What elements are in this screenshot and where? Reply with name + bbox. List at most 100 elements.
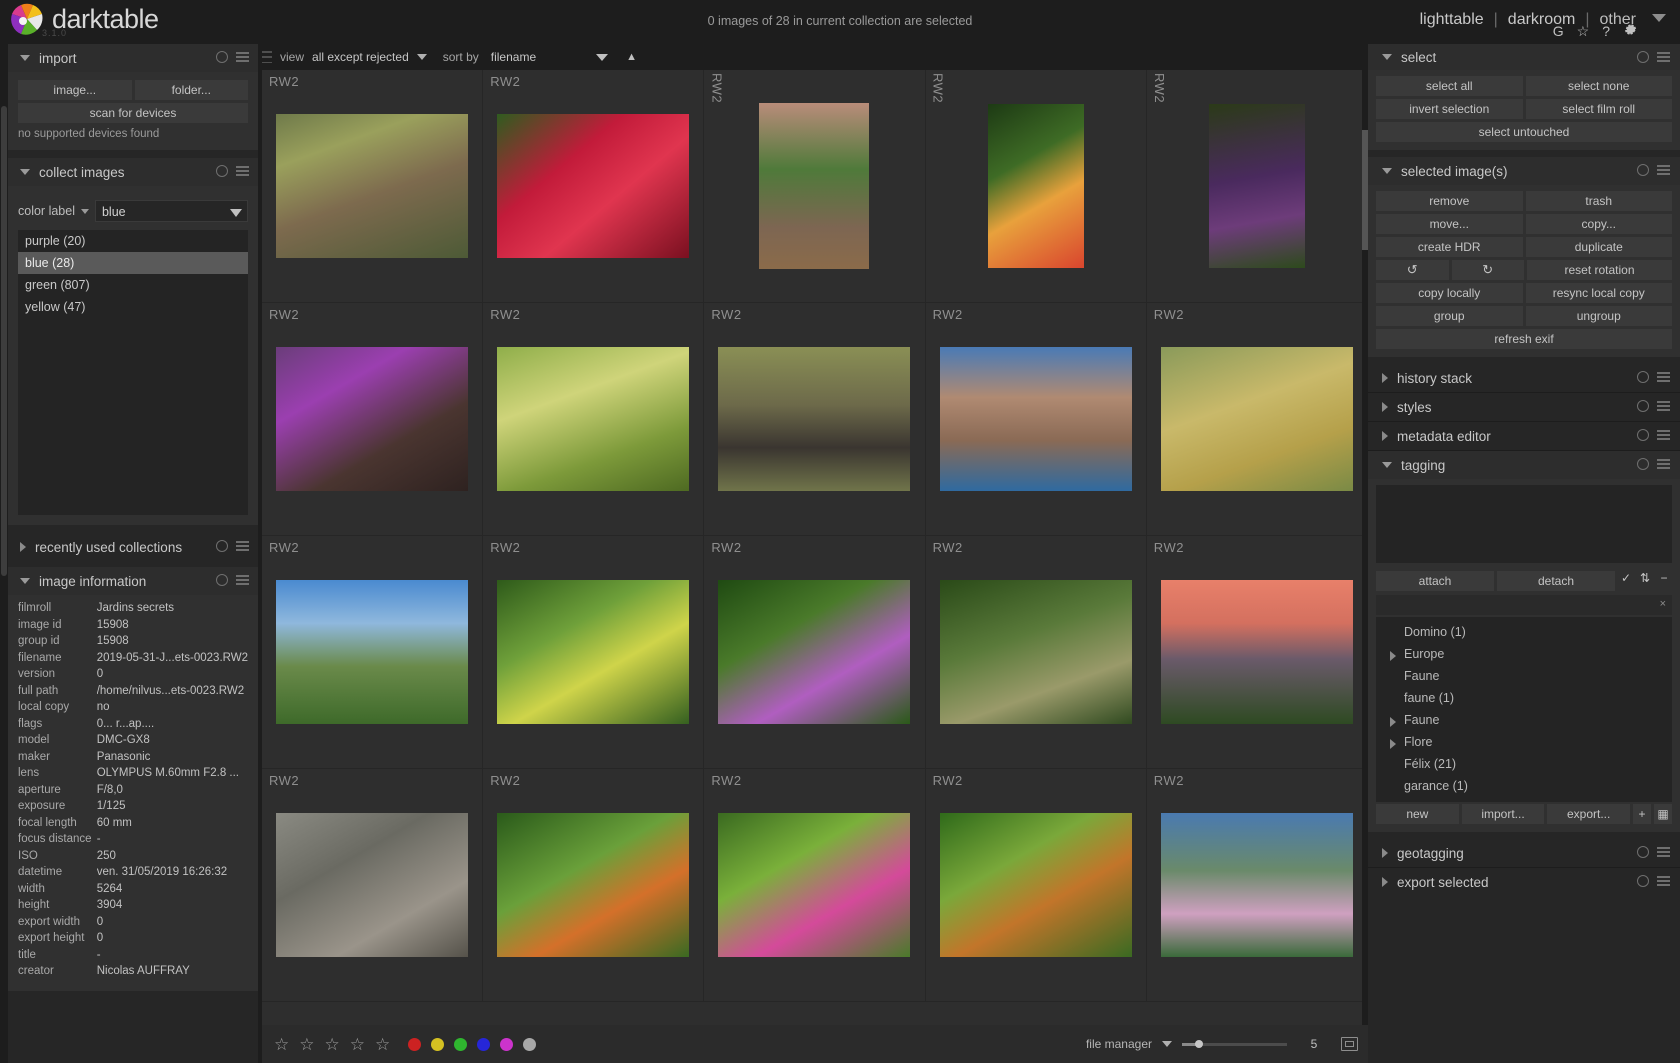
thumbnail-image[interactable] <box>497 347 689 491</box>
rotate-ccw-button[interactable]: ↺ <box>1376 260 1449 280</box>
reset-icon[interactable] <box>1637 164 1649 176</box>
move-button[interactable]: move... <box>1376 214 1523 234</box>
tag-list-item[interactable]: Félix (21) <box>1376 753 1672 775</box>
copy-locally-button[interactable]: copy locally <box>1376 283 1523 303</box>
thumbnail-cell[interactable]: RW2 <box>483 769 704 1002</box>
tag-view-icon[interactable]: ▦ <box>1654 804 1672 824</box>
left-panel-scroll-thumb[interactable] <box>1 106 7 576</box>
tag-list-item[interactable]: Europe <box>1376 643 1672 665</box>
star-icon[interactable]: ☆ <box>375 1036 390 1053</box>
thumbnail-cell[interactable]: RW2 <box>704 70 925 303</box>
reset-icon[interactable] <box>1637 875 1649 887</box>
reset-icon[interactable] <box>216 574 228 586</box>
thumbnail-image[interactable] <box>718 580 910 724</box>
refresh-exif-button[interactable]: refresh exif <box>1376 329 1672 349</box>
thumbnail-cell[interactable]: RW2 <box>1147 769 1368 1002</box>
resync-local-copy-button[interactable]: resync local copy <box>1526 283 1673 303</box>
module-header-image-information[interactable]: image information <box>8 567 258 595</box>
tag-list-item[interactable]: Flore <box>1376 731 1672 753</box>
thumbnail-cell[interactable]: RW2 <box>1147 70 1368 303</box>
thumbnail-image[interactable] <box>1209 104 1305 268</box>
presets-menu-icon[interactable] <box>1657 372 1670 382</box>
import-image-button[interactable]: image... <box>18 80 132 100</box>
thumbnail-image[interactable] <box>988 104 1084 268</box>
thumbnail-image[interactable] <box>940 813 1132 957</box>
tag-list-item[interactable]: Faune <box>1376 709 1672 731</box>
module-header-select[interactable]: select <box>1368 44 1680 70</box>
thumbnail-cell[interactable]: RW2 <box>704 769 925 1002</box>
reset-icon[interactable] <box>1637 371 1649 383</box>
gear-icon[interactable] <box>1623 22 1638 40</box>
new-tag-button[interactable]: new <box>1376 804 1459 824</box>
tag-list-item[interactable]: faune (1) <box>1376 687 1672 709</box>
clear-icon[interactable]: × <box>1660 598 1666 610</box>
view-filter-value[interactable]: all except rejected <box>312 50 409 64</box>
presets-menu-icon[interactable] <box>236 52 249 62</box>
color-label-dot[interactable] <box>500 1038 513 1051</box>
presets-menu-icon[interactable] <box>1657 401 1670 411</box>
drag-handle-icon[interactable] <box>262 51 272 63</box>
presets-menu-icon[interactable] <box>236 166 249 176</box>
chevron-down-icon[interactable] <box>417 54 427 60</box>
thumbnail-cell[interactable]: RW2 <box>1147 303 1368 536</box>
reset-icon[interactable] <box>1637 458 1649 470</box>
reset-icon[interactable] <box>1637 846 1649 858</box>
attached-tags-list[interactable] <box>1376 485 1672 563</box>
star-icon[interactable]: ☆ <box>274 1036 289 1053</box>
star-icon[interactable]: ☆ <box>350 1036 365 1053</box>
thumbnail-cell[interactable]: RW2 <box>926 769 1147 1002</box>
thumbnail-image[interactable] <box>940 580 1132 724</box>
list-item[interactable]: green (807) <box>18 274 248 296</box>
reset-icon[interactable] <box>1637 429 1649 441</box>
module-header-collect[interactable]: collect images <box>8 158 258 186</box>
thumbnail-cell[interactable]: RW2 <box>483 70 704 303</box>
overlays-star-icon[interactable]: ☆ <box>1577 23 1590 40</box>
thumbnail-cell[interactable]: RW2 <box>926 70 1147 303</box>
create-hdr-button[interactable]: create HDR <box>1376 237 1523 257</box>
thumbnail-image[interactable] <box>276 580 468 724</box>
reset-rotation-button[interactable]: reset rotation <box>1527 260 1672 280</box>
scan-for-devices-button[interactable]: scan for devices <box>18 103 248 123</box>
thumbnail-image[interactable] <box>940 347 1132 491</box>
color-label-dot[interactable] <box>408 1038 421 1051</box>
duplicate-button[interactable]: duplicate <box>1526 237 1673 257</box>
select-none-button[interactable]: select none <box>1526 76 1673 96</box>
thumbnail-image[interactable] <box>276 347 468 491</box>
add-tag-icon[interactable]: + <box>1633 804 1651 824</box>
reset-icon[interactable] <box>1637 51 1649 63</box>
chevron-down-icon[interactable] <box>596 54 608 61</box>
list-item[interactable]: purple (20) <box>18 230 248 252</box>
color-label-dot[interactable] <box>477 1038 490 1051</box>
thumbnail-cell[interactable]: RW2 <box>926 303 1147 536</box>
thumbnail-cell[interactable]: RW2 <box>262 303 483 536</box>
thumbnail-image[interactable] <box>497 580 689 724</box>
color-label-dot[interactable] <box>454 1038 467 1051</box>
tag-list-item[interactable]: Faune <box>1376 665 1672 687</box>
ungroup-button[interactable]: ungroup <box>1526 306 1673 326</box>
presets-menu-icon[interactable] <box>1657 459 1670 469</box>
presets-menu-icon[interactable] <box>236 575 249 585</box>
grouping-icon[interactable]: G <box>1553 23 1564 39</box>
star-icon[interactable]: ☆ <box>299 1036 314 1053</box>
thumbnail-cell[interactable]: RW2 <box>704 536 925 769</box>
sort-by-value[interactable]: filename <box>491 50 536 64</box>
rotate-cw-button[interactable]: ↻ <box>1452 260 1525 280</box>
display-profile-icon[interactable] <box>1341 1037 1358 1051</box>
reset-icon[interactable] <box>216 165 228 177</box>
layout-select-value[interactable]: file manager <box>1086 1037 1152 1051</box>
module-header-geotagging[interactable]: geotagging <box>1368 839 1680 867</box>
module-header-recent-collections[interactable]: recently used collections <box>8 533 258 561</box>
chevron-right-icon[interactable] <box>1390 717 1396 727</box>
thumbnail-cell[interactable]: RW2 <box>483 536 704 769</box>
select-all-button[interactable]: select all <box>1376 76 1523 96</box>
list-item[interactable]: yellow (47) <box>18 296 248 318</box>
thumbnail-image[interactable] <box>1161 580 1353 724</box>
list-item[interactable]: blue (28) <box>18 252 248 274</box>
left-panel-scrollbar[interactable] <box>0 44 8 1063</box>
color-label-dot[interactable] <box>523 1038 536 1051</box>
collect-criteria-label[interactable]: color label <box>18 204 75 218</box>
import-tags-button[interactable]: import... <box>1462 804 1545 824</box>
thumbnail-cell[interactable]: RW2 <box>262 769 483 1002</box>
chevron-right-icon[interactable] <box>1390 651 1396 661</box>
collect-search-input[interactable]: blue <box>95 200 248 222</box>
